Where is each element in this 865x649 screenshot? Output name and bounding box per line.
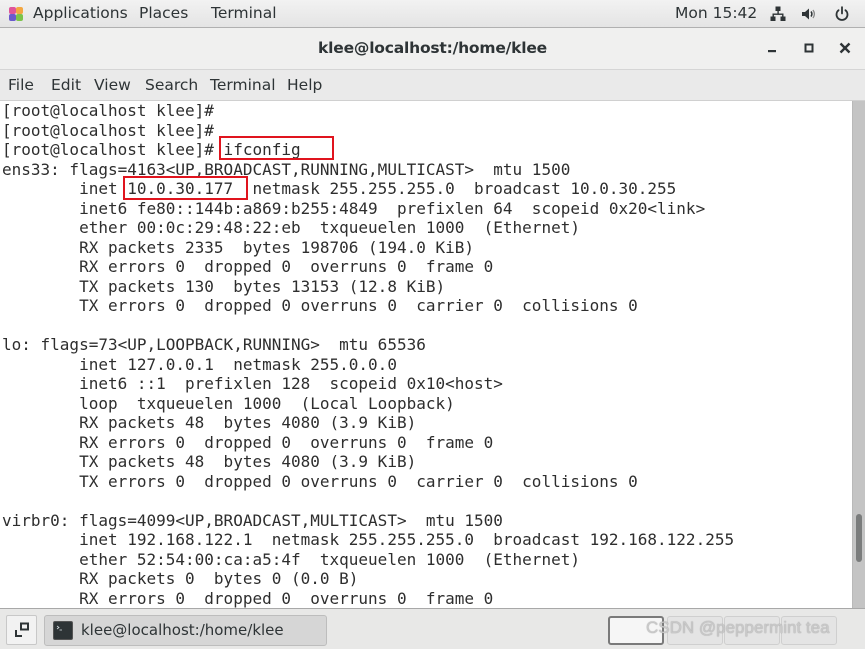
terminal-line: TX errors 0 dropped 0 overruns 0 carrier… (2, 471, 638, 491)
terminal-line: inet6 fe80::144b:a869:b255:4849 prefixle… (2, 198, 706, 218)
terminal-line: RX errors 0 dropped 0 overruns 0 frame 0 (2, 257, 494, 276)
terminal-scrollbar[interactable] (852, 101, 865, 608)
close-icon[interactable] (837, 40, 853, 56)
terminal-line: RX errors 0 dropped 0 overruns 0 frame 0 (2, 588, 494, 608)
terminal-line: RX errors 0 dropped 0 overruns 0 frame 0 (2, 432, 494, 452)
menu-file[interactable]: File (8, 76, 34, 94)
terminal-line: RX packets 48 bytes 4080 (3.9 KiB) (2, 413, 417, 432)
taskbar-window-button[interactable]: klee@localhost:/home/klee (44, 615, 327, 646)
terminal-text: [root@localhost klee]# [root@localhost kl… (2, 101, 734, 608)
terminal-line: [root@localhost klee]# (2, 101, 214, 120)
window-list-icon (15, 622, 29, 637)
scrollbar-thumb[interactable] (856, 514, 862, 562)
watermark: CSDN @peppermint tea (646, 618, 830, 637)
terminal-line: RX packets 2335 bytes 198706 (194.0 KiB) (2, 237, 475, 257)
volume-icon[interactable] (801, 6, 817, 22)
window-title: klee@localhost:/home/klee (318, 39, 547, 57)
terminal-line: TX packets 48 bytes 4080 (3.9 KiB) (2, 452, 417, 471)
menu-help[interactable]: Help (287, 76, 322, 94)
menu-view[interactable]: View (94, 76, 131, 94)
menu-search[interactable]: Search (145, 76, 198, 94)
highlight-box-ifconfig (219, 136, 334, 160)
network-icon[interactable] (770, 6, 786, 22)
minimize-icon[interactable] (764, 40, 780, 56)
terminal-line: [root@localhost klee]# (2, 120, 214, 140)
show-desktop-button[interactable] (6, 615, 37, 645)
terminal-line: TX errors 0 dropped 0 overruns 0 carrier… (2, 296, 638, 315)
terminal-line: RX packets 0 bytes 0 (0.0 B) (2, 569, 359, 588)
window-titlebar[interactable]: klee@localhost:/home/klee (0, 28, 865, 70)
applications-menu[interactable]: Applications (33, 4, 128, 22)
highlight-box-inet-address (123, 176, 248, 200)
menubar: File Edit View Search Terminal Help (0, 70, 865, 101)
terminal-line: virbr0: flags=4099<UP,BROADCAST,MULTICAS… (2, 510, 503, 530)
places-menu[interactable]: Places (139, 4, 188, 22)
menu-edit[interactable]: Edit (51, 76, 81, 94)
applications-logo-icon[interactable] (9, 7, 23, 21)
terminal-line: ether 52:54:00:ca:a5:4f txqueuelen 1000 … (2, 549, 580, 569)
terminal-line: lo: flags=73<UP,LOOPBACK,RUNNING> mtu 65… (2, 335, 426, 354)
clock[interactable]: Mon 15:42 (675, 4, 757, 22)
power-icon[interactable] (834, 6, 850, 22)
menu-terminal[interactable]: Terminal (210, 76, 276, 94)
terminal-line: inet6 ::1 prefixlen 128 scopeid 0x10<hos… (2, 374, 503, 393)
terminal-line: loop txqueuelen 1000 (Local Loopback) (2, 393, 455, 413)
terminal-line: TX packets 130 bytes 13153 (12.8 KiB) (2, 276, 446, 296)
maximize-icon[interactable] (801, 40, 817, 56)
terminal-line: ens33: flags=4163<UP,BROADCAST,RUNNING,M… (2, 159, 571, 179)
top-panel: Applications Places Terminal Mon 15:42 (0, 0, 865, 28)
terminal-line: inet 192.168.122.1 netmask 255.255.255.0… (2, 530, 735, 549)
terminal-line: ether 00:0c:29:48:22:eb txqueuelen 1000 … (2, 218, 580, 237)
bottom-taskbar: klee@localhost:/home/klee CSDN @peppermi… (0, 608, 865, 649)
terminal-line: inet 10.0.30.177 netmask 255.255.255.0 b… (2, 179, 677, 198)
terminal-output[interactable]: [root@localhost klee]# [root@localhost kl… (0, 101, 852, 608)
terminal-app-icon (53, 621, 73, 640)
taskbar-window-label: klee@localhost:/home/klee (81, 621, 284, 639)
terminal-line: [root@localhost klee]# ifconfig (2, 140, 301, 159)
terminal-line: inet 127.0.0.1 netmask 255.0.0.0 (2, 354, 397, 374)
terminal-app-menu[interactable]: Terminal (211, 4, 277, 22)
